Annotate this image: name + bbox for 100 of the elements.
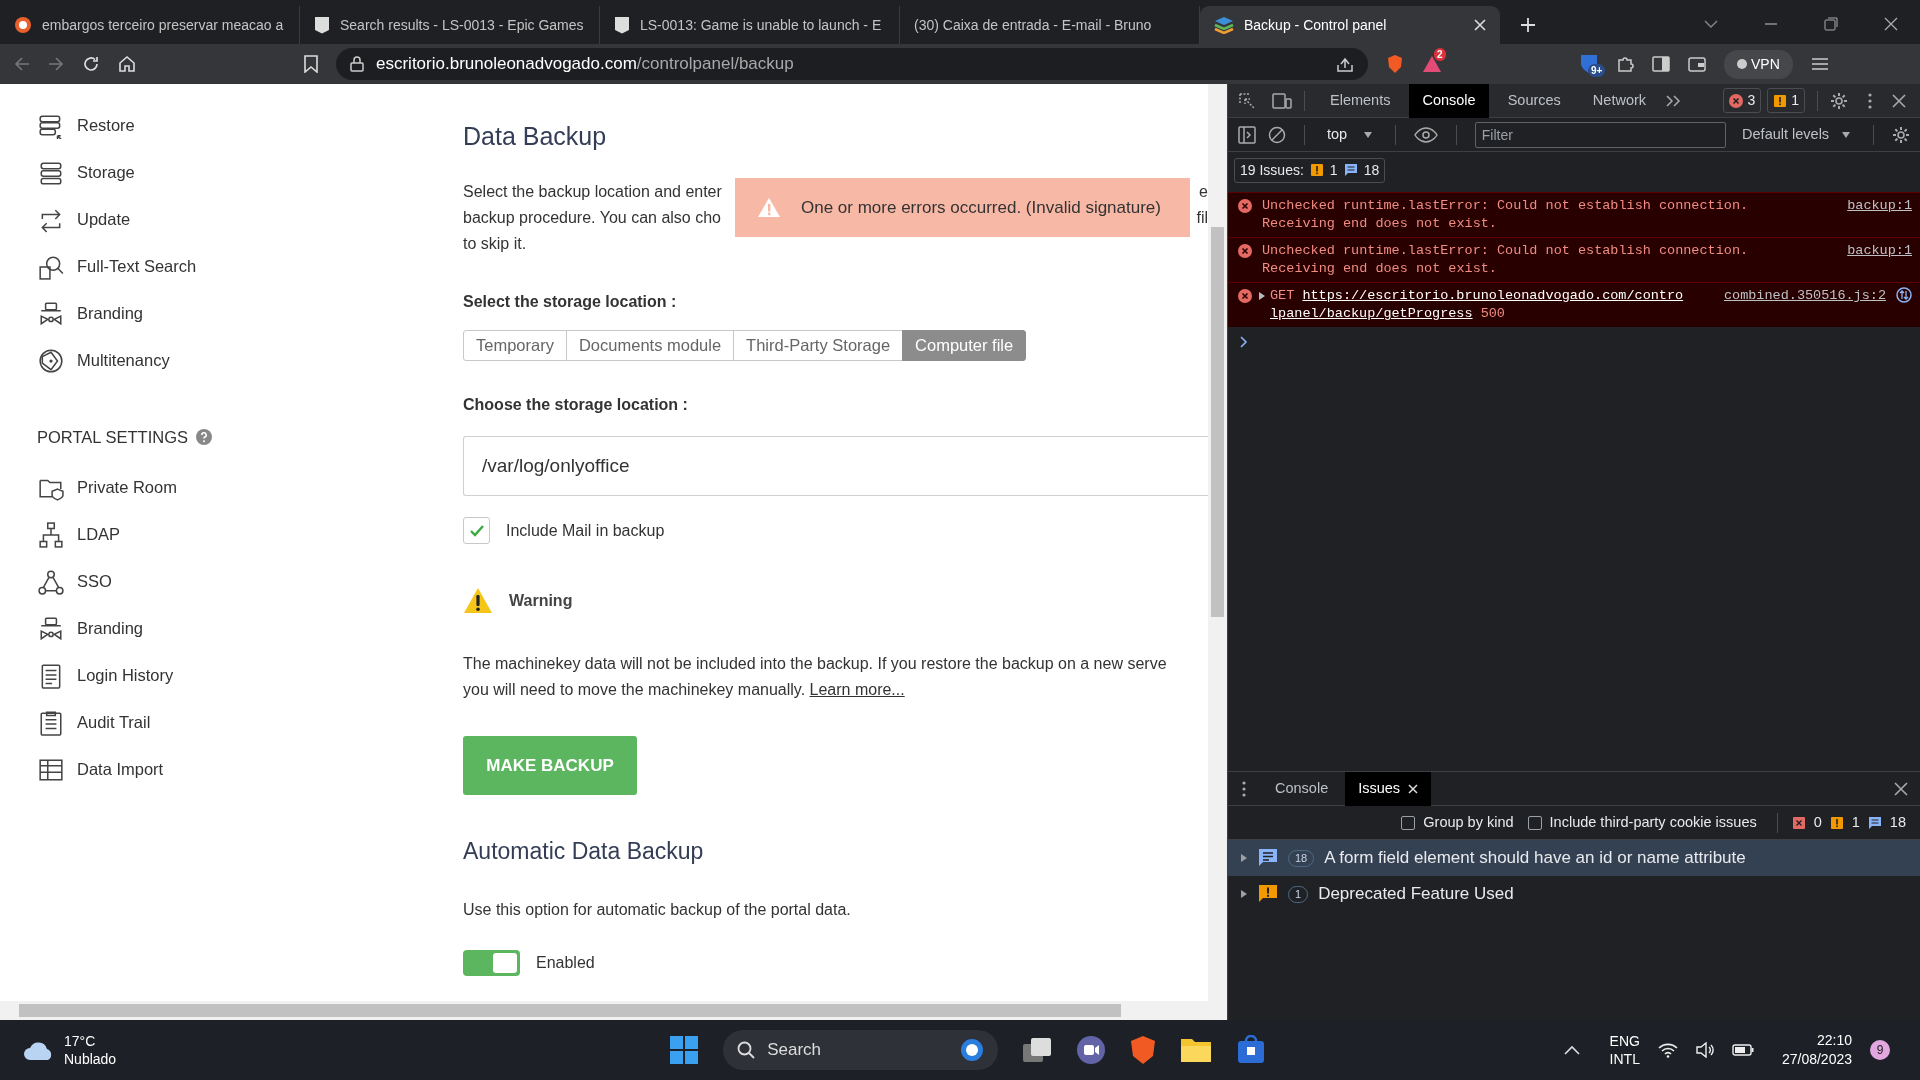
checkbox[interactable] [1401,815,1416,830]
sidebar-link[interactable]: Branding [77,616,144,641]
home-icon[interactable] [118,55,136,73]
temperature-text: 17°C [64,1032,97,1050]
location-field[interactable]: /var/log/onlyoffice [463,436,1208,496]
sidebar-link[interactable]: SSO [77,569,112,594]
source-link[interactable]: combined.350516.js:2 [1723,287,1886,323]
close-icon[interactable] [1892,93,1906,108]
sidebar-link[interactable]: Login History [77,663,174,688]
issues-button[interactable]: 19 Issues: 1 18 [1234,157,1386,183]
more-tabs-icon[interactable] [1665,93,1682,108]
sidebar-link[interactable]: Private Room [77,475,177,500]
source-link[interactable]: backup:1 [1847,197,1912,233]
search-field[interactable]: Search [723,1030,999,1070]
console-error: Unchecked runtime.lastError: Could not establish connection. Receiving end does not exist. [1262,242,1750,278]
warning-icon [463,587,493,614]
warning-count-badge[interactable]: 1 [1767,88,1805,113]
close-icon[interactable] [1884,17,1898,31]
maximize-icon[interactable] [1824,17,1838,31]
sidebar-link[interactable]: Data Import [77,757,164,782]
notification-badge[interactable]: 9 [1870,1040,1890,1060]
more-options-icon[interactable] [1868,92,1872,109]
issue-row[interactable]: 18 A form field element should have an id or name attribute [1228,840,1920,876]
sidebar-link[interactable]: LDAP [77,522,121,547]
menu-icon[interactable] [1810,57,1829,71]
chevron-up-icon[interactable] [1563,1045,1580,1055]
wallet-icon[interactable] [1688,56,1706,72]
back-icon[interactable] [14,56,30,72]
sidebar-link[interactable]: Restore [77,113,135,138]
warning-count: 1 [1851,812,1860,832]
sidebar-link[interactable]: Branding [77,301,144,326]
address-bar[interactable]: escritorio.brunoleonadvogado.com/controlpanel/backup [336,48,1368,80]
sidebar-icon[interactable] [1238,125,1256,144]
battery-icon[interactable] [1731,1043,1754,1057]
device-icon[interactable] [1272,91,1292,110]
settings-icon[interactable] [1892,125,1910,144]
checkbox[interactable] [1527,815,1542,830]
volume-icon[interactable] [1695,1042,1714,1058]
section-title: Automatic Data Backup [463,837,705,866]
folder-icon[interactable] [1180,1036,1213,1064]
forward-icon[interactable] [48,56,64,72]
inspect-icon[interactable] [1238,91,1256,110]
sidebar-link[interactable]: Full-Text Search [77,254,197,279]
puzzle-icon[interactable] [1616,55,1634,73]
checkbox[interactable] [463,517,490,544]
help-icon[interactable] [196,429,212,445]
drawer-tab[interactable]: Issues [1345,771,1432,806]
prompt-icon[interactable] [1240,336,1248,348]
paragraph-text: Use this option for automatic backup of the portal data. [463,900,852,920]
toggle-switch[interactable] [463,950,520,976]
sidebar-link[interactable]: Multitenancy [77,348,170,373]
close-icon[interactable] [1894,781,1908,796]
sidebar-icon[interactable] [1652,56,1670,72]
video-call-icon[interactable] [1076,1035,1107,1065]
filter-field[interactable]: Filter [1474,121,1727,148]
new-tab-icon[interactable] [1520,17,1536,33]
learn-more-link[interactable]: Learn more... [809,681,905,698]
reload-icon[interactable] [82,55,100,73]
warning-text: The machinekey data will not be included into the backup. If you restore the backup on a new serve you will need to move the machinekey manually. Learn more... [463,654,1168,700]
store-bag-icon[interactable] [1236,1035,1267,1065]
storage-option[interactable]: Temporary [463,330,567,361]
sidebar-link[interactable]: Audit Trail [77,710,151,735]
notification-badge: 2 [1434,48,1446,61]
checkbox-label: Include third-party cookie issues [1549,812,1757,832]
issue-row[interactable]: 1 Deprecated Feature Used [1228,876,1920,912]
scrollbar[interactable] [1208,84,1227,1001]
clear-icon[interactable] [1268,125,1286,144]
network-request-icon[interactable] [1896,287,1912,303]
context-dropdown[interactable]: top [1322,121,1378,148]
more-options-icon[interactable] [1242,780,1246,797]
storage-option[interactable]: Documents module [565,330,735,361]
devtools-tab[interactable]: Sources [1494,83,1574,118]
scrollbar[interactable] [0,1001,1227,1020]
error-icon [1238,244,1252,258]
sidebar-link[interactable]: Storage [77,160,135,185]
error-icon [1238,289,1252,303]
share-icon[interactable] [1336,55,1354,73]
levels-dropdown[interactable]: Default levels [1738,121,1856,148]
eye-icon[interactable] [1413,126,1438,143]
clock[interactable]: 22:10 27/08/2023 [1781,1031,1852,1069]
settings-icon[interactable] [1830,91,1848,110]
storage-option[interactable]: Third-Party Storage [733,330,904,361]
devtools-tab[interactable]: Console [1409,83,1489,118]
devtools-tab[interactable]: Network [1579,83,1660,118]
expand-icon[interactable] [1258,291,1266,301]
chevron-down-icon[interactable] [1704,19,1718,29]
devtools-tab[interactable]: Elements [1317,83,1404,118]
wifi-icon[interactable] [1657,1042,1678,1058]
bookmark-icon[interactable] [304,55,318,73]
vpn-button[interactable]: VPN [1724,49,1793,79]
url-text: escritorio.brunoleonadvogado.com/controlpanel/backup [376,53,794,76]
sidebar-link[interactable]: Update [77,207,131,232]
drawer-tab[interactable]: Console [1262,771,1342,806]
source-link[interactable]: backup:1 [1847,242,1912,278]
browser-tab[interactable]: Backup - Control panel [1200,6,1500,44]
task-view-icon[interactable] [1022,1036,1053,1064]
language-indicator[interactable]: ENG INTL [1609,1032,1640,1068]
console-error[interactable]: GET https://escritorio.brunoleonadvogado.com/controlpanel/backup/getProgress 500 [1270,287,1690,323]
error-count-badge[interactable]: 3 [1723,88,1762,113]
windows-icon[interactable] [669,1035,700,1065]
